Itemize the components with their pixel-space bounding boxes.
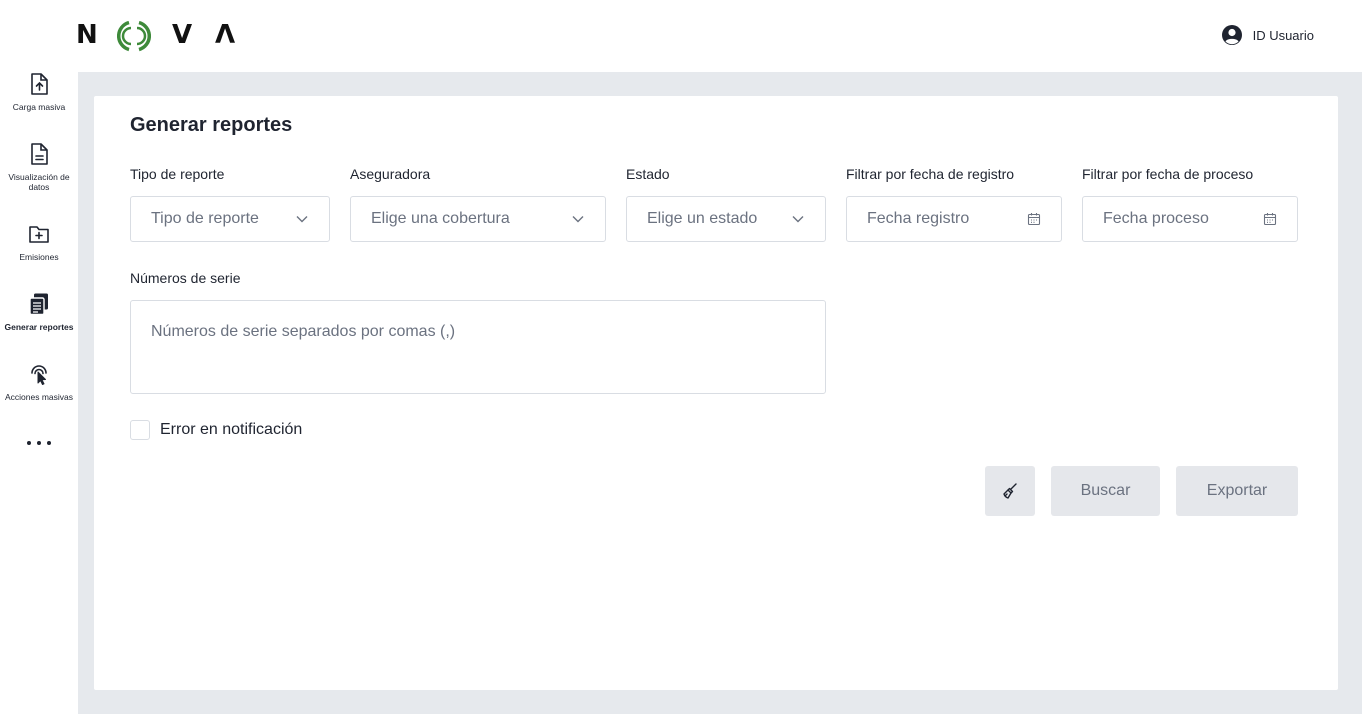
logo-letter-a: Λ (215, 20, 236, 50)
sidebar-item-label: Acciones masivas (4, 392, 74, 402)
more-dot (47, 441, 51, 445)
top-bar: N V Λ ID Usuario (0, 0, 1362, 72)
sidebar-item-acciones-masivas[interactable]: Acciones masivas (0, 362, 78, 402)
sidebar-item-label: Carga masiva (12, 102, 66, 112)
error-notification-label: Error en notificación (160, 421, 303, 438)
clear-filters-button[interactable] (985, 466, 1035, 516)
file-upload-icon (31, 73, 48, 95)
fecha-proceso-label: Filtrar por fecha de proceso (1082, 166, 1254, 182)
calendar-icon[interactable] (1263, 212, 1277, 226)
fecha-proceso-placeholder: Fecha proceso (1103, 210, 1209, 227)
aseguradora-label: Aseguradora (350, 166, 431, 182)
sidebar: Carga masiva Visualización de datos Emis… (0, 72, 78, 714)
sidebar-item-carga-masiva[interactable]: Carga masiva (0, 72, 78, 112)
aseguradora-placeholder: Elige una cobertura (371, 210, 510, 227)
chevron-down-icon (792, 216, 804, 223)
fecha-registro-input[interactable]: Fecha registro (846, 196, 1062, 242)
chevron-down-icon (296, 216, 308, 223)
reports-icon (29, 293, 48, 316)
serials-textarea[interactable]: Números de serie separados por comas (,) (130, 300, 826, 394)
sidebar-item-label: Emisiones (19, 252, 59, 262)
tipo-reporte-select[interactable]: Tipo de reporte (130, 196, 330, 242)
page-title: Generar reportes (130, 114, 293, 136)
sidebar-item-generar-reportes[interactable]: Generar reportes (0, 292, 78, 332)
file-text-icon (31, 143, 48, 165)
error-notification-option[interactable]: Error en notificación (130, 420, 302, 440)
sidebar-item-label: Generar reportes (4, 322, 74, 332)
user-id-label: ID Usuario (1252, 27, 1314, 43)
fecha-proceso-input[interactable]: Fecha proceso (1082, 196, 1298, 242)
fecha-registro-label: Filtrar por fecha de registro (846, 166, 1015, 182)
fecha-registro-placeholder: Fecha registro (867, 210, 970, 227)
serials-placeholder: Números de serie separados por comas (,) (151, 323, 456, 340)
chevron-down-icon (572, 216, 584, 223)
export-button[interactable]: Exportar (1176, 466, 1298, 516)
sidebar-item-label: Visualización de datos (8, 172, 70, 192)
estado-select[interactable]: Elige un estado (626, 196, 826, 242)
more-icon[interactable] (27, 434, 51, 452)
sidebar-item-emisiones[interactable]: Emisiones (0, 222, 78, 262)
error-notification-checkbox[interactable] (130, 420, 150, 440)
tipo-reporte-label: Tipo de reporte (130, 166, 225, 182)
search-button[interactable]: Buscar (1051, 466, 1160, 516)
logo-letter-n: N (76, 20, 98, 50)
tipo-reporte-placeholder: Tipo de reporte (151, 210, 259, 227)
report-form-card: Generar reportes Tipo de reporte Tipo de… (94, 96, 1338, 690)
estado-label: Estado (626, 166, 670, 182)
user-avatar-icon (1221, 25, 1242, 45)
logo-letter-v: V (172, 20, 193, 50)
serials-label: Números de serie (130, 270, 241, 286)
more-dot (37, 441, 41, 445)
user-menu[interactable]: ID Usuario (1221, 24, 1314, 46)
broom-icon (1003, 483, 1017, 499)
estado-placeholder: Elige un estado (647, 210, 758, 227)
more-dot (27, 441, 31, 445)
calendar-icon[interactable] (1027, 212, 1041, 226)
sidebar-item-visualizacion[interactable]: Visualización de datos (0, 142, 78, 192)
logo-circle-icon (117, 20, 151, 52)
folder-plus-icon (29, 226, 49, 243)
aseguradora-select[interactable]: Elige una cobertura (350, 196, 606, 242)
touch-tap-icon (31, 365, 47, 385)
